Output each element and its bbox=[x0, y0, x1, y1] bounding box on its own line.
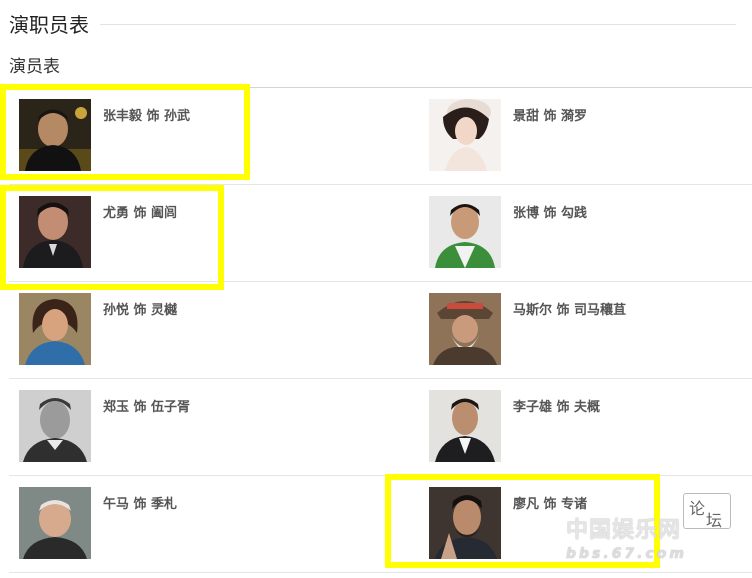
row-divider bbox=[9, 572, 752, 573]
section-title: 演员表 bbox=[9, 57, 60, 77]
role-label[interactable]: 郑玉 饰 伍子胥 bbox=[103, 396, 190, 415]
highlight-box bbox=[0, 185, 224, 290]
role-label[interactable]: 马斯尔 饰 司马穰苴 bbox=[513, 299, 626, 318]
cast-item[interactable]: 李子雄 饰 夫概 bbox=[429, 390, 729, 470]
cast-item[interactable]: 马斯尔 饰 司马穰苴 bbox=[429, 293, 729, 373]
role-label[interactable]: 张博 饰 勾践 bbox=[513, 202, 587, 221]
forum-badge-icon: 论 坛 bbox=[683, 493, 731, 530]
highlight-box bbox=[0, 84, 250, 180]
actor-photo[interactable] bbox=[19, 293, 91, 365]
actor-photo[interactable] bbox=[429, 390, 501, 462]
actor-photo[interactable] bbox=[429, 196, 501, 268]
role-label[interactable]: 景甜 饰 漪罗 bbox=[513, 105, 587, 124]
actor-photo[interactable] bbox=[429, 293, 501, 365]
watermark-logo: 中国娱乐网 bbox=[566, 518, 682, 543]
watermark-url: bbs.67.com bbox=[566, 546, 687, 562]
cast-item[interactable]: 午马 饰 季札 bbox=[19, 487, 319, 567]
forum-char: 坛 bbox=[706, 511, 723, 530]
role-label[interactable]: 李子雄 饰 夫概 bbox=[513, 396, 600, 415]
role-label[interactable]: 孙悦 饰 灵樾 bbox=[103, 299, 177, 318]
cast-item[interactable]: 郑玉 饰 伍子胥 bbox=[19, 390, 319, 470]
forum-char: 论 bbox=[689, 499, 706, 518]
cast-item[interactable]: 张博 饰 勾践 bbox=[429, 196, 729, 276]
actor-photo[interactable] bbox=[19, 390, 91, 462]
page-title: 演职员表 bbox=[9, 13, 89, 37]
cast-item[interactable]: 孙悦 饰 灵樾 bbox=[19, 293, 319, 373]
actor-photo[interactable] bbox=[19, 487, 91, 559]
actor-photo[interactable] bbox=[429, 99, 501, 171]
row-divider bbox=[9, 378, 752, 379]
cast-item[interactable]: 景甜 饰 漪罗 bbox=[429, 99, 729, 179]
title-divider bbox=[100, 24, 736, 25]
role-label[interactable]: 午马 饰 季札 bbox=[103, 493, 177, 512]
